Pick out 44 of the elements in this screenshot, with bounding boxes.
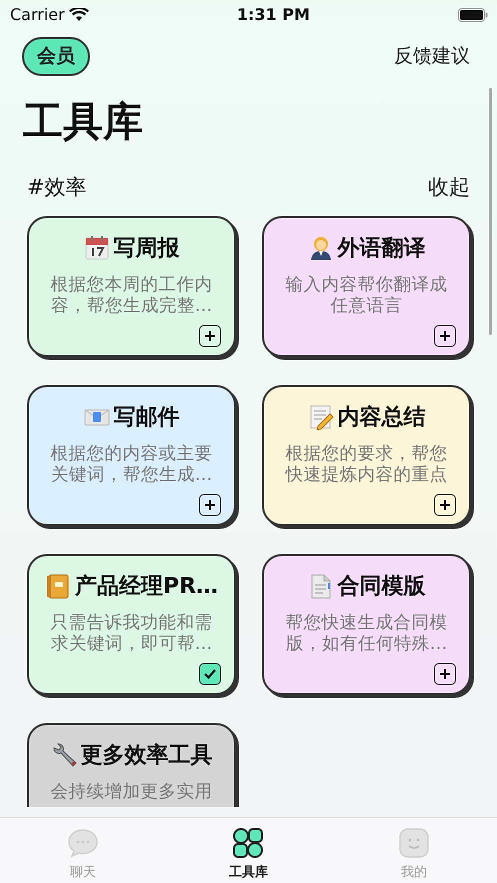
tool-title: 更多效率工具 [80,742,212,770]
feedback-link[interactable]: 反馈建议 [394,42,470,71]
tool-card[interactable]: 更多效率工具 会持续增加更多实用 [27,722,236,806]
tool-title: 写周报 [114,234,180,262]
tool-description: 根据您的内容或主要关键词，帮您生成… [50,444,214,488]
plus-icon [439,498,451,510]
binder-icon [44,573,71,599]
plus-icon [204,330,216,342]
wifi-icon [68,8,89,22]
tool-description: 输入内容帮你翻译成任意语言 [284,274,448,318]
clock-time: 1:31 PM [236,4,310,26]
grid-icon [232,827,264,859]
collapse-link[interactable]: 收起 [428,172,470,204]
added-checkbox[interactable] [199,662,221,684]
plus-icon [204,498,216,510]
tab-button[interactable]: 工具库 [198,818,298,882]
checkmark-icon [203,668,217,680]
tool-title: 产品经理PR… [74,572,218,600]
smiley-icon [398,827,430,859]
tool-title: 写邮件 [114,404,180,432]
carrier-name: Carrier [10,4,65,26]
memo-icon [308,404,334,430]
add-button[interactable] [434,324,456,346]
add-button[interactable] [434,662,456,684]
tool-description: 根据您本周的工作内容，帮您生成完整… [50,274,214,318]
plus-icon [439,668,451,680]
tool-description: 根据您的要求，帮您快速提炼内容的重点 [284,444,448,488]
battery-icon [458,8,488,22]
add-button[interactable] [199,494,221,516]
section-title: #效率 [27,174,87,201]
member-button[interactable]: 会员 [22,37,90,76]
tool-description: 帮您快速生成合同模版，如有任何特殊… [284,612,448,656]
page-title: 工具库 [23,98,144,146]
add-button[interactable] [434,494,456,516]
wrench-icon [50,742,76,768]
chat-icon [66,827,99,859]
tool-description: 只需告诉我功能和需求关键词，即可帮… [50,612,214,656]
tool-title: 合同模版 [338,572,426,600]
tool-title: 外语翻译 [338,234,426,262]
add-button[interactable] [199,324,221,346]
calendar-icon [84,235,110,261]
plus-icon [439,330,451,342]
tool-title: 内容总结 [338,404,426,432]
tool-description: 会持续增加更多实用 [50,782,214,804]
